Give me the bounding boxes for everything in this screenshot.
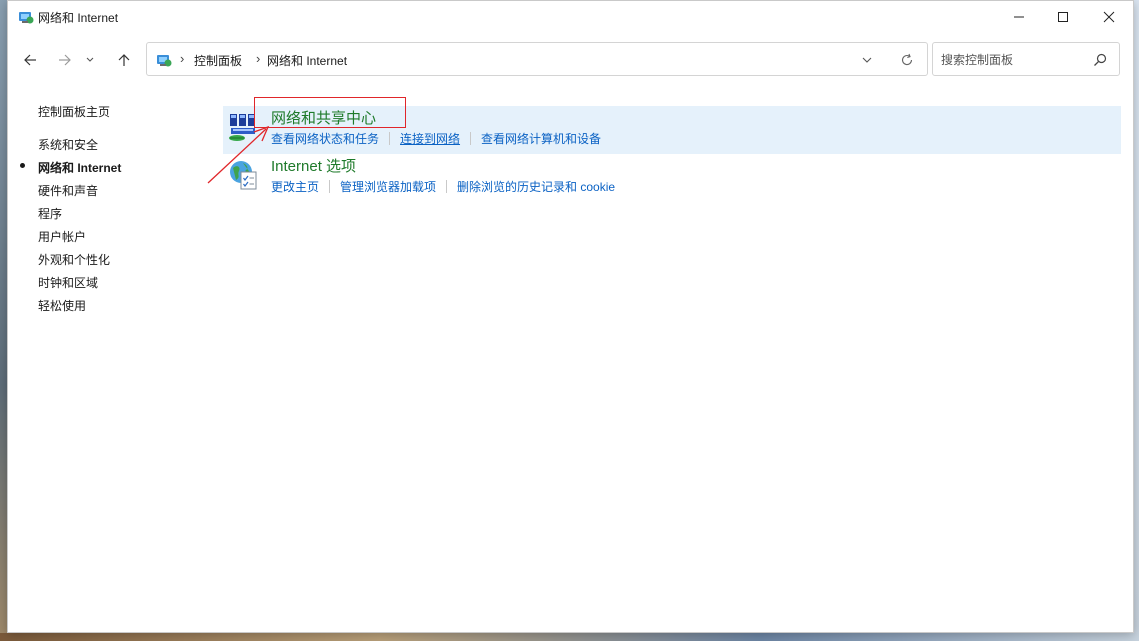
control-panel-window: 网络和 Internet › 控制面板 › 网络和 Internet 搜索控制面… [7,0,1134,633]
arrow-left-icon [24,54,36,66]
sidebar-item-hardware-sound[interactable]: 硬件和声音 [38,182,98,199]
link-divider [470,132,472,145]
category-title-internet-options[interactable]: Internet 选项 [271,155,356,176]
link-divider [329,180,331,193]
search-box[interactable] [932,42,1120,76]
arrow-up-icon [118,54,130,66]
annotation-arrow-icon [207,125,270,184]
link-view-network-status[interactable]: 查看网络状态和任务 [271,130,379,147]
active-item-bullet [20,163,25,168]
sidebar-item-appearance[interactable]: 外观和个性化 [38,251,110,268]
control-panel-icon [156,52,172,68]
chevron-down-icon [86,57,94,62]
close-icon [1103,11,1115,23]
address-dropdown-button[interactable] [859,52,875,68]
link-connect-to-network[interactable]: 连接到网络 [400,130,460,147]
sidebar-item-clock-region[interactable]: 时钟和区域 [38,274,98,291]
link-change-home-page[interactable]: 更改主页 [271,178,319,195]
window-title: 网络和 Internet [38,11,119,25]
search-icon[interactable] [1093,52,1107,66]
link-manage-browser-addons[interactable]: 管理浏览器加载项 [340,178,436,195]
link-view-network-computers[interactable]: 查看网络计算机和设备 [481,130,601,147]
search-input[interactable] [941,51,1081,69]
control-panel-icon [18,9,34,25]
maximize-button[interactable] [1040,1,1086,33]
category-links: 更改主页 管理浏览器加载项 删除浏览的历史记录和 cookie [271,178,615,195]
annotation-highlight-box [254,97,406,128]
link-divider [446,180,448,193]
sidebar-item-system-security[interactable]: 系统和安全 [38,136,98,153]
title-bar[interactable]: 网络和 Internet [8,1,1133,33]
forward-button[interactable] [52,47,78,73]
category-internet-options: Internet 选项 更改主页 管理浏览器加载项 删除浏览的历史记录和 coo… [223,154,1121,202]
sidebar-item-ease-of-access[interactable]: 轻松使用 [38,297,86,314]
minimize-icon [1014,16,1024,18]
breadcrumb-separator-icon[interactable]: › [180,51,184,66]
link-delete-browsing-history[interactable]: 删除浏览的历史记录和 cookie [457,178,615,195]
address-bar[interactable]: › 控制面板 › 网络和 Internet [146,42,928,76]
breadcrumb-separator-icon[interactable]: › [256,51,260,66]
taskbar-strip [0,633,1139,641]
back-button[interactable] [17,47,43,73]
sidebar-item-programs[interactable]: 程序 [38,205,62,222]
minimize-button[interactable] [996,1,1042,33]
sidebar-item-control-panel-home[interactable]: 控制面板主页 [38,103,110,120]
refresh-icon [901,53,913,66]
refresh-button[interactable] [899,52,915,68]
maximize-icon [1058,12,1068,22]
sidebar-item-network-internet: 网络和 Internet [38,161,122,175]
category-links: 查看网络状态和任务 连接到网络 查看网络计算机和设备 [271,130,601,147]
up-button[interactable] [111,47,137,73]
breadcrumb-control-panel[interactable]: 控制面板 [194,52,242,69]
recent-locations-button[interactable] [82,47,98,73]
breadcrumb-network-internet[interactable]: 网络和 Internet [267,52,347,69]
link-divider [389,132,391,145]
arrow-right-icon [59,54,71,66]
chevron-down-icon [862,57,872,63]
close-button[interactable] [1086,1,1132,33]
sidebar-item-user-accounts[interactable]: 用户帐户 [38,228,86,245]
